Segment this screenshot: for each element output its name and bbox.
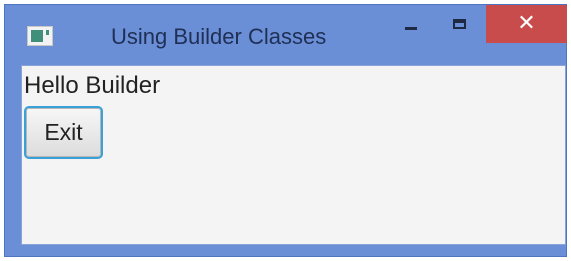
minimize-icon <box>405 26 417 30</box>
app-window: Using Builder Classes ✕ Hello Builder Ex… <box>4 4 567 257</box>
window-title: Using Builder Classes <box>111 24 327 49</box>
content-pane: Hello Builder Exit <box>21 65 566 245</box>
close-icon: ✕ <box>517 11 536 36</box>
app-icon-pane <box>31 30 43 42</box>
maximize-icon <box>452 19 466 29</box>
hello-label: Hello Builder <box>24 72 161 99</box>
close-button[interactable]: ✕ <box>486 5 567 43</box>
app-icon[interactable] <box>27 26 53 46</box>
app-icon-bar <box>46 30 49 35</box>
exit-button[interactable]: Exit <box>24 106 103 159</box>
minimize-button[interactable] <box>389 5 433 43</box>
title-bar[interactable]: Using Builder Classes ✕ <box>5 5 567 65</box>
maximize-button[interactable] <box>437 5 481 43</box>
